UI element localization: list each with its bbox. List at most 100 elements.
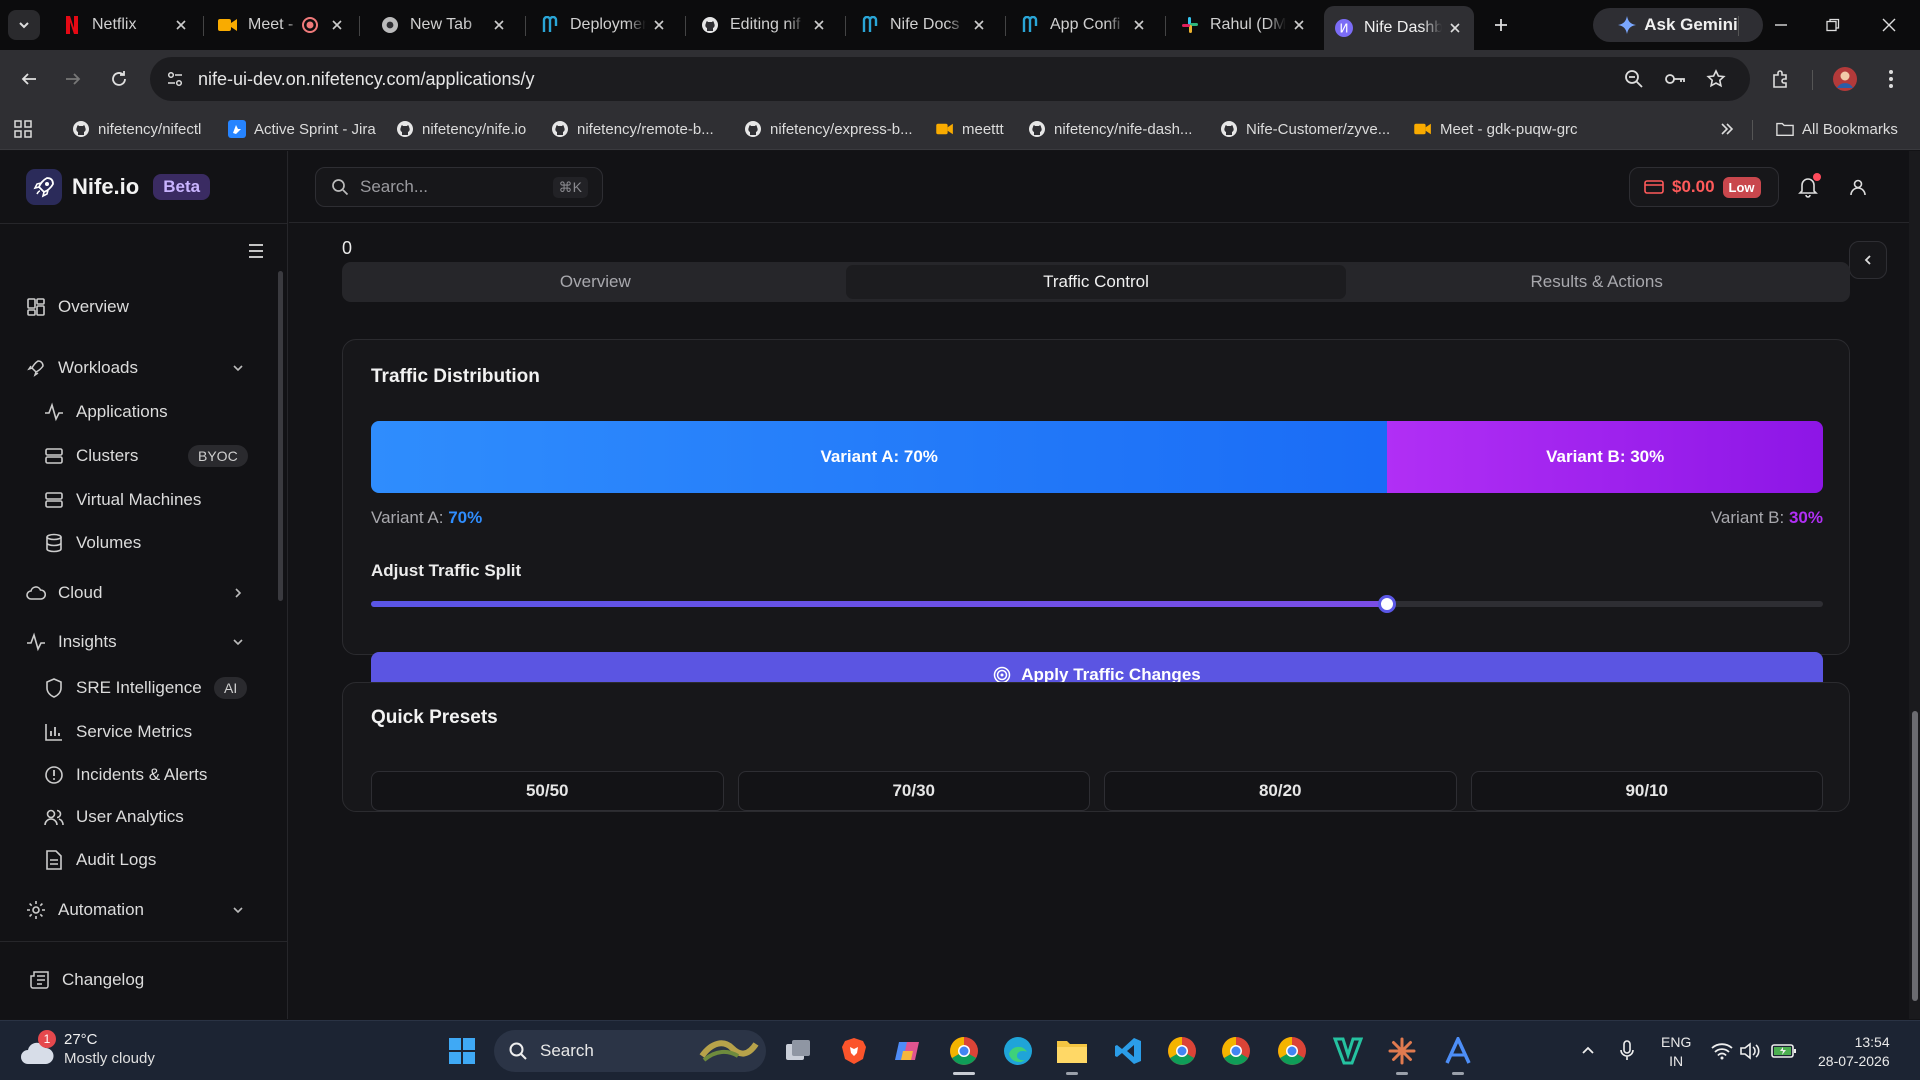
bookmark-star-icon[interactable] [1702, 65, 1730, 93]
bookmark-nife-io[interactable]: nifetency/nife.io [396, 116, 526, 142]
sidebar-item-changelog[interactable]: Changelog [30, 965, 144, 995]
chevron-down-icon[interactable] [230, 902, 246, 918]
browser-tab-deployment[interactable]: Deployment [530, 7, 678, 43]
browser-tab-slack[interactable]: Rahul (DM [1170, 7, 1318, 43]
search-input[interactable]: Search... ⌘K [315, 167, 603, 207]
taskbar-app-v[interactable] [1328, 1031, 1368, 1071]
chevron-down-icon[interactable] [230, 360, 246, 376]
close-tab-icon[interactable] [328, 16, 346, 34]
windows-start-button[interactable] [442, 1031, 482, 1071]
taskbar-brave[interactable] [834, 1031, 874, 1071]
sidebar-item-sre-intelligence[interactable]: SRE Intelligence [44, 673, 202, 703]
bookmark-meettt[interactable]: meettt [936, 116, 1004, 142]
taskbar-chrome-profile-2[interactable] [1216, 1031, 1256, 1071]
forward-button[interactable] [58, 64, 88, 94]
sidebar-toggle-button[interactable] [244, 239, 268, 263]
task-view-button[interactable] [778, 1031, 818, 1071]
preset-50-50-button[interactable]: 50/50 [371, 771, 724, 811]
new-tab-button[interactable] [1488, 12, 1514, 38]
tab-overview[interactable]: Overview [345, 265, 846, 299]
password-key-icon[interactable] [1661, 65, 1689, 93]
close-tab-icon[interactable] [970, 16, 988, 34]
sidebar-item-audit-logs[interactable]: Audit Logs [44, 845, 156, 875]
sidebar-item-service-metrics[interactable]: Service Metrics [44, 717, 192, 747]
sidebar-item-incidents-alerts[interactable]: Incidents & Alerts [44, 760, 207, 790]
tab-search-button[interactable] [8, 10, 40, 40]
preset-70-30-button[interactable]: 70/30 [737, 771, 1090, 811]
browser-tab-netflix[interactable]: Netflix [52, 7, 200, 43]
all-bookmarks-button[interactable]: All Bookmarks [1776, 116, 1898, 142]
close-tab-icon[interactable] [1290, 16, 1308, 34]
tab-results-actions[interactable]: Results & Actions [1346, 265, 1847, 299]
zoom-icon[interactable] [1620, 65, 1648, 93]
profile-avatar-button[interactable] [1830, 64, 1860, 94]
address-bar[interactable]: nife-ui-dev.on.nifetency.com/application… [150, 57, 1750, 101]
chevron-right-icon[interactable] [230, 585, 246, 601]
restore-window-button[interactable] [1820, 12, 1846, 38]
slider-thumb[interactable] [1378, 595, 1397, 613]
taskbar-chrome-profile-1[interactable] [1162, 1031, 1202, 1071]
bookmark-express-b[interactable]: nifetency/express-b... [744, 116, 913, 142]
browser-tab-editing[interactable]: Editing nif [690, 7, 838, 43]
url-text[interactable]: nife-ui-dev.on.nifetency.com/application… [198, 69, 535, 90]
browser-menu-button[interactable] [1876, 64, 1906, 94]
sidebar-item-clusters[interactable]: Clusters [44, 441, 138, 471]
close-tab-icon[interactable] [1446, 19, 1464, 37]
billing-balance-button[interactable]: $0.00 Low [1629, 167, 1779, 207]
sidebar-group-insights[interactable]: Insights [26, 627, 246, 657]
sidebar-group-cloud[interactable]: Cloud [26, 578, 246, 608]
bookmark-remote-b[interactable]: nifetency/remote-b... [551, 116, 714, 142]
extensions-button[interactable] [1766, 64, 1796, 94]
wifi-status[interactable] [1710, 1039, 1734, 1063]
close-tab-icon[interactable] [490, 16, 508, 34]
collapse-panel-button[interactable] [1849, 241, 1887, 279]
taskbar-chrome-profile-3[interactable] [1272, 1031, 1312, 1071]
chevron-down-icon[interactable] [230, 634, 246, 650]
back-button[interactable] [14, 64, 44, 94]
site-info-icon[interactable] [160, 64, 190, 94]
sidebar-item-applications[interactable]: Applications [44, 397, 168, 427]
sidebar-group-workloads[interactable]: Workloads [26, 353, 246, 383]
notifications-button[interactable] [1796, 173, 1821, 199]
sidebar-item-volumes[interactable]: Volumes [44, 528, 141, 558]
more-bookmarks-button[interactable] [1718, 116, 1736, 142]
close-tab-icon[interactable] [810, 16, 828, 34]
weather-widget[interactable]: 1 27°C Mostly cloudy [20, 1029, 155, 1067]
browser-tab-app-config[interactable]: App Confi [1010, 7, 1158, 43]
tab-traffic-control[interactable]: Traffic Control [845, 265, 1347, 299]
taskbar-claude[interactable] [1382, 1031, 1422, 1075]
bookmark-nifectl[interactable]: nifetency/nifectl [72, 116, 201, 142]
show-hidden-icons-button[interactable] [1576, 1039, 1600, 1063]
browser-tab-nife-dashboard[interactable]: И Nife Dashb [1324, 6, 1474, 50]
preset-80-20-button[interactable]: 80/20 [1104, 771, 1457, 811]
preset-90-10-button[interactable]: 90/10 [1470, 771, 1823, 811]
browser-tab-meet[interactable]: Meet - [208, 7, 356, 43]
taskbar-file-explorer[interactable] [1052, 1031, 1092, 1075]
input-language-button[interactable]: ENG IN [1661, 1033, 1691, 1071]
sidebar-item-virtual-machines[interactable]: Virtual Machines [44, 485, 201, 515]
taskbar-chrome-active[interactable] [944, 1031, 984, 1075]
microphone-button[interactable] [1615, 1039, 1639, 1063]
bookmark-meet-gdk[interactable]: Meet - gdk-puqw-grc [1414, 116, 1578, 142]
taskbar-search[interactable]: Search [494, 1030, 766, 1072]
sidebar-scrollbar[interactable] [278, 271, 283, 601]
browser-tab-nife-docs[interactable]: Nife Docs [850, 7, 998, 43]
user-menu-button[interactable] [1846, 175, 1870, 199]
system-clock[interactable]: 13:54 28-07-2026 [1818, 1033, 1890, 1071]
sidebar-item-user-analytics[interactable]: User Analytics [44, 802, 184, 832]
close-tab-icon[interactable] [1130, 16, 1148, 34]
close-tab-icon[interactable] [650, 16, 668, 34]
taskbar-vscode[interactable] [1108, 1031, 1148, 1071]
close-tab-icon[interactable] [172, 16, 190, 34]
battery-status[interactable] [1771, 1039, 1796, 1063]
traffic-split-slider[interactable] [371, 595, 1823, 613]
volume-status[interactable] [1738, 1039, 1762, 1063]
bookmark-zyve[interactable]: Nife-Customer/zyve... [1220, 116, 1390, 142]
minimize-window-button[interactable] [1768, 12, 1794, 38]
bookmark-jira[interactable]: Active Sprint - Jira [228, 116, 376, 142]
browser-tab-new-tab[interactable]: New Tab [370, 7, 518, 43]
sidebar-item-overview[interactable]: Overview [26, 292, 129, 322]
page-scrollbar[interactable] [1909, 151, 1920, 1019]
apps-button[interactable] [14, 116, 32, 142]
bookmark-nife-dash[interactable]: nifetency/nife-dash... [1028, 116, 1192, 142]
